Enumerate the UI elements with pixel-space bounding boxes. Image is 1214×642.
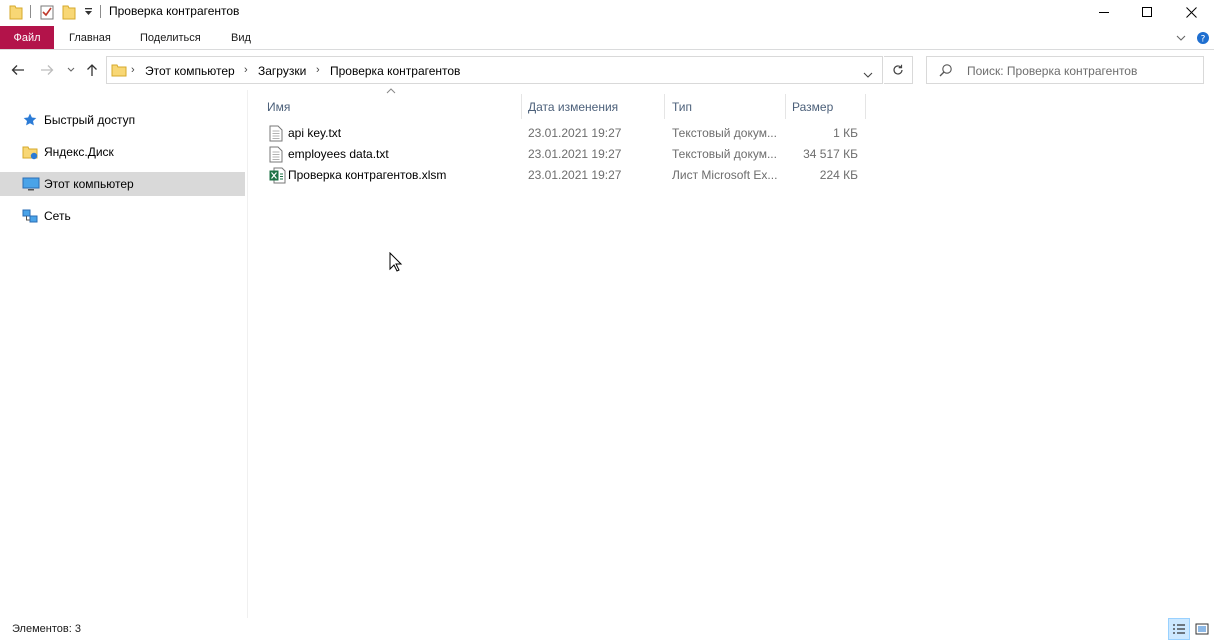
minimize-button[interactable] [1081,0,1127,24]
large-icons-view-icon [1195,623,1209,635]
computer-icon [22,176,40,192]
close-icon [1185,6,1197,18]
window-title: Проверка контрагентов [109,4,240,18]
maximize-icon [1142,7,1152,17]
maximize-button[interactable] [1124,0,1170,24]
sort-ascending-icon [386,88,396,94]
search-input[interactable]: Поиск: Проверка контрагентов [926,56,1204,84]
up-button[interactable] [82,60,102,80]
text-file-icon [269,125,285,142]
arrow-right-icon [41,65,54,75]
new-folder-icon[interactable] [62,4,76,23]
column-divider[interactable] [521,94,522,119]
file-type: Текстовый докум... [672,147,777,161]
chevron-down-icon [1176,35,1186,41]
tab-view[interactable]: Вид [231,26,251,49]
file-date: 23.01.2021 19:27 [528,126,622,140]
help-button[interactable]: ? [1196,30,1210,46]
file-name: api key.txt [288,126,342,140]
search-icon [939,63,953,80]
file-row[interactable]: employees data.txt 23.01.2021 19:27 Текс… [264,144,865,165]
nav-item-network[interactable]: Сеть [0,204,245,228]
details-view-button[interactable] [1168,618,1190,640]
refresh-icon [893,64,903,75]
tab-home[interactable]: Главная [69,26,111,49]
properties-icon[interactable] [40,4,54,23]
column-divider[interactable] [865,94,866,119]
column-header-type[interactable]: Тип [672,96,785,117]
excel-file-icon [269,167,286,184]
status-item-count: Элементов: 3 [12,623,81,635]
details-view-icon [1173,624,1185,634]
column-header-date[interactable]: Дата изменения [528,96,664,117]
address-bar[interactable]: › Этот компьютер › Загрузки › Проверка к… [106,56,883,84]
text-file-icon [269,146,285,163]
minimize-icon [1099,12,1109,13]
tab-file[interactable]: Файл [0,26,54,49]
breadcrumb-chevron-icon[interactable]: › [131,64,135,76]
nav-item-this-pc[interactable]: Этот компьютер [0,172,245,196]
network-icon [22,208,38,224]
refresh-button[interactable] [884,56,913,84]
file-row[interactable]: api key.txt 23.01.2021 19:27 Текстовый д… [264,123,865,144]
breadcrumb-chevron-icon[interactable]: › [316,64,320,76]
file-row[interactable]: Проверка контрагентов.xlsm 23.01.2021 19… [264,165,865,186]
column-divider[interactable] [664,94,665,119]
arrow-up-icon [87,64,97,76]
column-divider[interactable] [785,94,786,119]
quick-access-separator [30,5,31,18]
star-icon [22,112,38,128]
large-icons-view-button[interactable] [1191,618,1213,640]
breadcrumb-chevron-icon[interactable]: › [244,64,248,76]
recent-locations-button[interactable] [61,60,81,80]
file-size: 34 517 КБ [803,147,858,161]
file-type: Текстовый докум... [672,126,777,140]
breadcrumb-downloads[interactable]: Загрузки [258,64,306,78]
file-date: 23.01.2021 19:27 [528,147,622,161]
title-bar: Проверка контрагентов [0,0,1214,24]
file-size: 1 КБ [833,126,858,140]
column-header-name[interactable]: Имя [267,96,521,117]
file-size: 224 КБ [819,168,858,182]
breadcrumb-current-folder[interactable]: Проверка контрагентов [330,64,460,78]
chevron-down-icon [67,67,75,72]
tab-share[interactable]: Поделиться [140,26,201,49]
nav-item-label: Быстрый доступ [44,113,136,127]
arrow-left-icon [11,65,24,75]
close-button[interactable] [1168,0,1214,24]
file-date: 23.01.2021 19:27 [528,168,622,182]
navigation-pane: Быстрый доступ Яндекс.Диск Этот компьюте… [0,90,248,618]
expand-ribbon-button[interactable] [1176,30,1186,46]
nav-item-quick-access[interactable]: Быстрый доступ [0,108,245,132]
search-placeholder: Поиск: Проверка контрагентов [967,64,1138,78]
file-name: Проверка контрагентов.xlsm [288,168,447,182]
file-type: Лист Microsoft Ex... [672,168,778,182]
nav-item-label: Яндекс.Диск [44,145,114,159]
address-dropdown-icon[interactable] [863,67,873,81]
help-icon: ? [1197,32,1209,45]
file-name: employees data.txt [288,147,389,161]
folder-icon [111,62,127,81]
svg-text:?: ? [1201,35,1206,45]
forward-button[interactable] [37,60,57,80]
customize-quick-access-icon[interactable] [84,6,93,20]
nav-item-label: Сеть [44,209,71,223]
nav-item-yandex-disk[interactable]: Яндекс.Диск [0,140,245,164]
folder-icon [9,4,23,23]
back-button[interactable] [8,60,28,80]
column-header-size[interactable]: Размер [792,96,865,117]
ribbon-tabs: Файл Главная Поделиться Вид ? [0,26,1214,50]
nav-item-label: Этот компьютер [44,177,134,191]
breadcrumb-this-pc[interactable]: Этот компьютер [145,64,235,78]
yandex-disk-icon [22,144,38,160]
mouse-cursor-icon [389,252,403,272]
title-separator [100,5,101,18]
